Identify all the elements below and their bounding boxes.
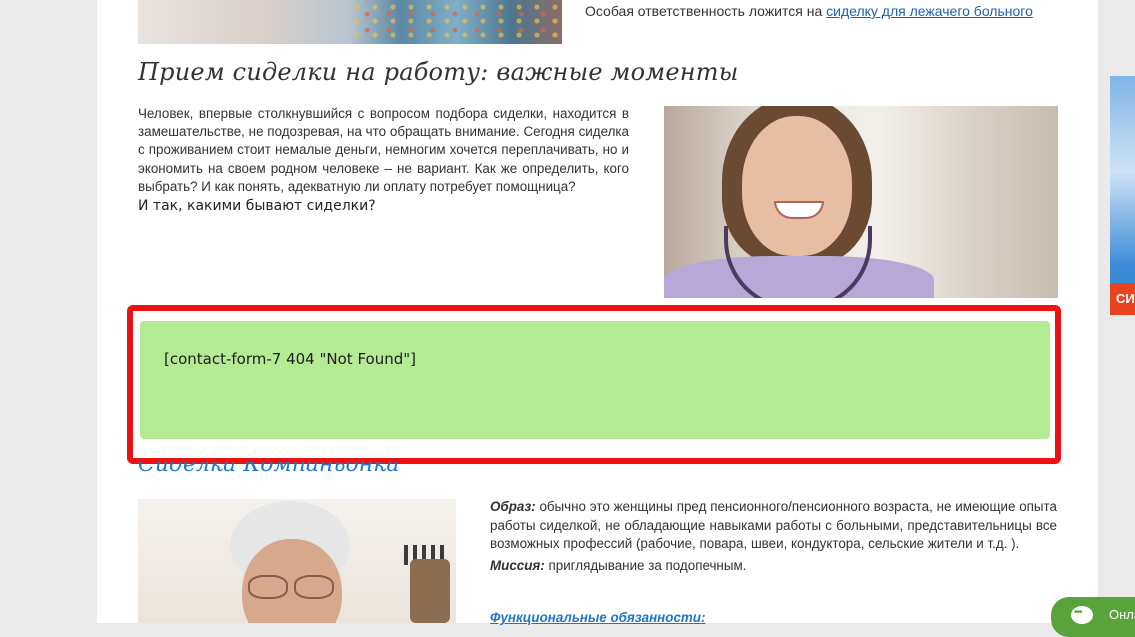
elderly-woman-photo [138,499,456,623]
chat-label: Онлайн [1109,607,1135,622]
contact-form-box [140,321,1050,439]
section-title: Прием сиделки на работу: важные моменты [138,58,739,86]
mission-label: Миссия: [490,558,545,573]
image-label: Образ: [490,499,536,514]
companion-description: Образ: обычно это женщины пред пенсионно… [490,498,1057,554]
intro-paragraph: Человек, впервые столкнувшийся с вопросо… [138,106,629,194]
side-banner-label: СИ [1110,283,1135,315]
image-text: обычно это женщины пред пенсионного/пенс… [490,499,1057,552]
online-chat-button[interactable]: Онлайн [1051,597,1135,637]
chat-bubble-icon [1071,606,1093,624]
intro-question: И так, какими бывают сиделки? [138,198,376,214]
caregiver-photo [138,0,562,44]
mission-text: приглядывание за подопечным. [548,558,747,573]
top-text: Особая ответственность ложится на [585,3,823,19]
nurse-photo [664,106,1058,298]
side-promo-banner[interactable]: СИ [1110,76,1135,315]
companion-mission: Миссия: приглядывание за подопечным. [490,558,746,573]
contact-form-error: [contact-form-7 404 "Not Found"] [164,350,416,368]
bedridden-caregiver-link[interactable]: сиделку для лежачего больного [826,3,1033,19]
top-paragraph: Особая ответственность ложится на сиделк… [585,3,1033,19]
